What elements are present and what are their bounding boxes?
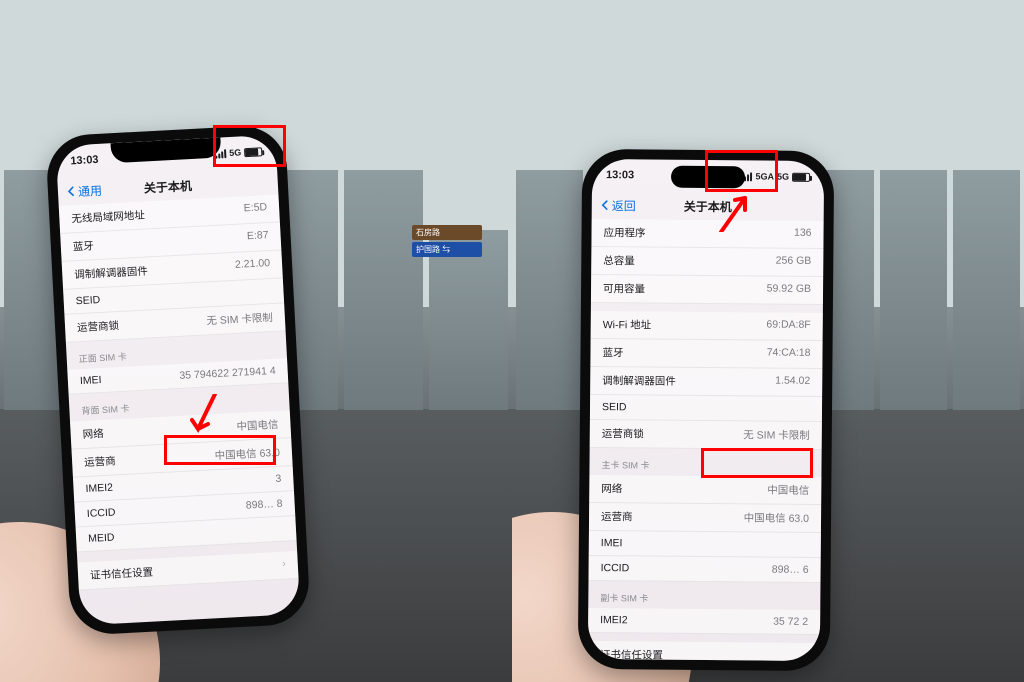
- nav-header-right: 返回 关于本机: [592, 191, 824, 221]
- screen-left[interactable]: 13:03 5G 通用 关于本机 无线局域网地址E:5D 蓝牙E:87: [56, 135, 301, 626]
- page-title: 关于本机: [143, 177, 192, 196]
- battery-icon: [792, 172, 810, 181]
- chevron-right-icon: ›: [282, 558, 286, 573]
- screen-right[interactable]: 13:03 5GA 5G 返回 关于本机 应用程序136 总容量256 GB 可…: [588, 159, 824, 661]
- battery-icon: [244, 147, 262, 157]
- road-sign: 石房路 护国路 ⇆: [412, 225, 482, 257]
- group-general: 无线局域网地址E:5D 蓝牙E:87 调制解调器固件2.21.00 SEID 运…: [59, 194, 286, 342]
- phone-left: 13:03 5G 通用 关于本机 无线局域网地址E:5D 蓝牙E:87: [45, 124, 311, 636]
- row-seid[interactable]: SEID: [590, 395, 822, 422]
- right-photo: 13:03 5GA 5G 返回 关于本机 应用程序136 总容量256 GB 可…: [512, 0, 1024, 682]
- phone-right: 13:03 5GA 5G 返回 关于本机 应用程序136 总容量256 GB 可…: [578, 149, 835, 671]
- section-primary-sim: 主卡 SIM 卡: [589, 448, 821, 477]
- status-time: 13:03: [606, 169, 634, 181]
- row-iccid[interactable]: ICCID898… 6: [589, 556, 821, 583]
- row-available-capacity[interactable]: 可用容量59.92 GB: [591, 275, 823, 305]
- row-total-capacity[interactable]: 总容量256 GB: [591, 247, 823, 277]
- row-cert-trust[interactable]: 证书信任设置 ›: [588, 641, 820, 661]
- chevron-left-icon: [600, 200, 610, 210]
- back-button[interactable]: 返回: [600, 197, 636, 214]
- row-network[interactable]: 网络中国电信: [589, 475, 821, 505]
- row-imei[interactable]: IMEI: [589, 531, 821, 558]
- row-apps[interactable]: 应用程序136: [591, 219, 823, 249]
- back-button[interactable]: 通用: [66, 181, 103, 200]
- road-sign-line1: 石房路: [412, 225, 482, 240]
- left-photo: 石房路 护国路 ⇆ 13:03 5G 通用 关于本机: [0, 0, 512, 682]
- network-label-b: 5G: [777, 172, 789, 182]
- settings-list-left[interactable]: 无线局域网地址E:5D 蓝牙E:87 调制解调器固件2.21.00 SEID 运…: [59, 194, 299, 590]
- page-title: 关于本机: [684, 197, 732, 214]
- back-label: 通用: [78, 181, 103, 199]
- row-bluetooth[interactable]: 蓝牙74:CA:18: [590, 339, 822, 369]
- road-sign-line2: 护国路 ⇆: [412, 242, 482, 257]
- section-secondary-sim: 副卡 SIM 卡: [588, 581, 820, 610]
- chevron-left-icon: [66, 186, 77, 197]
- row-imei2[interactable]: IMEI235 72 2: [588, 608, 820, 635]
- row-carrier-lock[interactable]: 运营商锁无 SIM 卡限制: [590, 420, 822, 450]
- row-modem-fw[interactable]: 调制解调器固件1.54.02: [590, 367, 822, 397]
- network-label-a: 5GA: [755, 171, 774, 181]
- network-label: 5G: [229, 147, 242, 158]
- row-wifi-mac[interactable]: Wi-Fi 地址69:DA:8F: [591, 311, 823, 341]
- chevron-right-icon: ›: [804, 649, 808, 661]
- settings-list-right[interactable]: 应用程序136 总容量256 GB 可用容量59.92 GB Wi-Fi 地址6…: [588, 219, 824, 661]
- back-label: 返回: [612, 197, 636, 214]
- dynamic-island: [671, 166, 745, 189]
- status-time: 13:03: [70, 154, 99, 167]
- row-carrier[interactable]: 运营商中国电信 63.0: [589, 503, 821, 533]
